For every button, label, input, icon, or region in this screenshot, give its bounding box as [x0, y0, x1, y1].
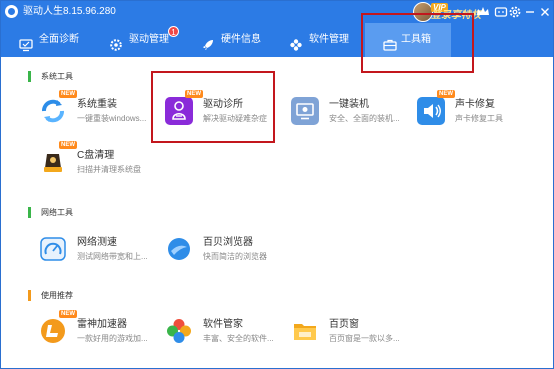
- tool-name: 雷神加速器: [77, 319, 127, 330]
- tool-desc: 安全、全面的装机...: [329, 114, 400, 123]
- toolbox-content: 系统工具 NEW 系统重装 一键重装windows... NEW 驱动诊所 解决…: [1, 57, 553, 368]
- tool-baibei-browser[interactable]: 百贝浏览器 快而简洁的浏览器: [165, 235, 285, 269]
- tab-hardware-info[interactable]: 硬件信息: [201, 23, 271, 57]
- new-tag: NEW: [59, 310, 77, 318]
- sound-card-icon: [417, 97, 445, 125]
- one-click-install-icon: [291, 97, 319, 125]
- accelerator-icon: [39, 317, 67, 345]
- tool-desc: 测试网络带宽和上...: [77, 252, 148, 261]
- browser-icon: [165, 235, 193, 263]
- tool-network-speed-test[interactable]: 网络测速 测试网络带宽和上...: [39, 235, 159, 269]
- new-tag: NEW: [437, 90, 455, 98]
- settings-gear-icon[interactable]: [508, 5, 522, 19]
- tool-name: 网络测速: [77, 237, 117, 248]
- app-title: 驱动人生8.15.96.280: [23, 6, 116, 17]
- minimize-icon[interactable]: [523, 5, 537, 19]
- section-accent: [28, 290, 31, 301]
- tool-name: 一键装机: [329, 99, 369, 110]
- tool-name: 软件管家: [203, 319, 243, 330]
- tool-desc: 声卡修复工具: [455, 114, 503, 123]
- app-window: 驱动人生8.15.96.280 VIP 登录享特权 全面诊断 驱动管理 硬件信息…: [0, 0, 554, 369]
- tool-software-manager[interactable]: 软件管家 丰富、安全的软件...: [165, 317, 285, 351]
- tool-baiye-window[interactable]: 百页窗 百页窗是一款以多...: [291, 317, 411, 351]
- section-title-system-tools: 系统工具: [41, 72, 73, 81]
- app-logo-icon: [5, 5, 18, 18]
- tool-one-click-install[interactable]: 一键装机 安全、全面的装机...: [291, 97, 411, 131]
- section-accent: [28, 71, 31, 82]
- tool-desc: 丰富、安全的软件...: [203, 334, 274, 343]
- apps-icon: [289, 33, 303, 51]
- tool-name: 百页窗: [329, 319, 359, 330]
- crown-icon[interactable]: [476, 5, 490, 19]
- tool-name: C盘清理: [77, 150, 115, 161]
- folder-window-icon: [291, 317, 319, 345]
- section-accent: [28, 207, 31, 218]
- tab-label: 硬件信息: [221, 34, 261, 45]
- disk-clean-icon: [39, 148, 67, 176]
- notification-badge: 1: [168, 26, 179, 37]
- system-reinstall-icon: [39, 97, 67, 125]
- tab-full-diagnosis[interactable]: 全面诊断: [19, 23, 89, 57]
- tool-desc: 一键重装windows...: [77, 114, 147, 123]
- section-title-recommended: 使用推荐: [41, 291, 73, 300]
- tool-name: 声卡修复: [455, 99, 495, 110]
- tool-name: 系统重装: [77, 99, 117, 110]
- highlight-box-toolbox-tab: [361, 13, 474, 73]
- tool-desc: 扫描并清理系统盘: [77, 165, 141, 174]
- new-tag: NEW: [59, 141, 77, 149]
- tool-desc: 百页窗是一款以多...: [329, 334, 400, 343]
- tool-sound-card-repair[interactable]: NEW 声卡修复 声卡修复工具: [417, 90, 537, 131]
- tab-label: 全面诊断: [39, 34, 79, 45]
- tool-desc: 一款好用的游戏加...: [77, 334, 148, 343]
- new-tag: NEW: [59, 90, 77, 98]
- rocket-icon: [201, 33, 215, 50]
- tool-c-disk-clean[interactable]: NEW C盘清理 扫描并清理系统盘: [39, 141, 159, 182]
- tab-software-management[interactable]: 软件管理: [289, 23, 359, 57]
- gear-icon: [109, 33, 123, 51]
- tab-label: 软件管理: [309, 34, 349, 45]
- software-manager-icon: [165, 317, 193, 345]
- speed-test-icon: [39, 235, 67, 263]
- highlight-box-driver-clinic: [151, 71, 275, 143]
- tab-label: 驱动管理: [129, 34, 169, 45]
- tool-name: 百贝浏览器: [203, 237, 253, 248]
- tool-leishen-accelerator[interactable]: NEW 雷神加速器 一款好用的游戏加...: [39, 310, 159, 351]
- tool-desc: 快而简洁的浏览器: [203, 252, 267, 261]
- monitor-icon: [19, 33, 33, 52]
- message-icon[interactable]: [494, 5, 508, 19]
- tool-system-reinstall[interactable]: NEW 系统重装 一键重装windows...: [39, 90, 159, 131]
- section-title-network-tools: 网络工具: [41, 208, 73, 217]
- close-icon[interactable]: [538, 5, 552, 19]
